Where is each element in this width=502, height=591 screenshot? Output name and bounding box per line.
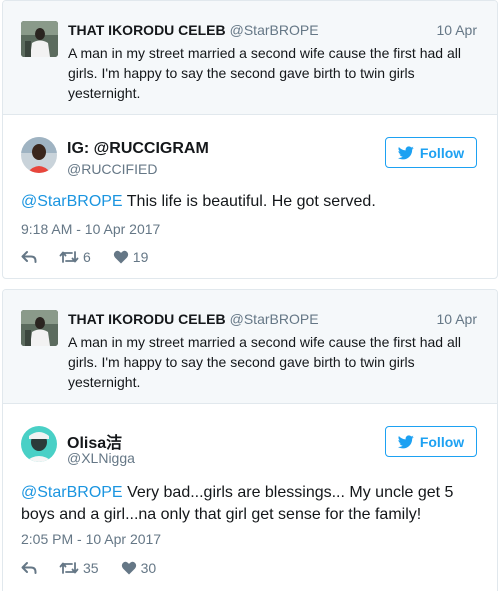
quoted-tweet[interactable]: THAT IKORODU CELEB @StarBROPE 10 Apr A ma… <box>3 1 497 115</box>
avatar[interactable] <box>21 137 57 173</box>
timestamp[interactable]: 9:18 AM - 10 Apr 2017 <box>21 221 160 237</box>
quoted-author-avatar[interactable] <box>21 310 58 346</box>
mention-link[interactable]: @StarBROPE <box>21 193 123 210</box>
tweet-actions: 35 30 <box>21 560 178 576</box>
mention-link[interactable]: @StarBROPE <box>21 484 123 501</box>
quoted-date[interactable]: 10 Apr <box>437 22 477 38</box>
retweet-button[interactable]: 6 <box>59 249 91 265</box>
retweet-button[interactable]: 35 <box>59 560 99 576</box>
quoted-author[interactable]: THAT IKORODU CELEB @StarBROPE <box>68 311 319 327</box>
timestamp[interactable]: 2:05 PM - 10 Apr 2017 <box>21 531 161 547</box>
author-name[interactable]: IG: @RUCCIGRAM <box>67 140 209 158</box>
retweet-icon <box>59 250 79 264</box>
heart-icon <box>121 561 137 575</box>
follow-button[interactable]: Follow <box>385 137 477 168</box>
heart-icon <box>113 250 129 264</box>
quoted-author-name[interactable]: THAT IKORODU CELEB <box>68 22 226 38</box>
quoted-author[interactable]: THAT IKORODU CELEB @StarBROPE <box>68 22 319 38</box>
like-count: 19 <box>132 249 149 265</box>
tweet-text: @StarBROPE This life is beautiful. He go… <box>21 191 481 213</box>
tweet-card: THAT IKORODU CELEB @StarBROPE 10 Apr A ma… <box>2 0 498 279</box>
twitter-bird-icon <box>397 434 414 449</box>
author-handle[interactable]: @RUCCIFIED <box>67 161 157 177</box>
tweet-body: This life is beautiful. He got served. <box>126 193 376 210</box>
tweet-actions: 6 19 <box>21 249 170 265</box>
tweet-text: @StarBROPE Very bad...girls are blessing… <box>21 482 481 526</box>
follow-label: Follow <box>419 433 465 450</box>
avatar[interactable] <box>21 426 57 462</box>
reply-button[interactable] <box>21 250 37 264</box>
quoted-tweet[interactable]: THAT IKORODU CELEB @StarBROPE 10 Apr A ma… <box>3 290 497 404</box>
twitter-bird-icon <box>397 145 414 160</box>
author-handle[interactable]: @XLNigga <box>67 450 135 466</box>
quoted-author-handle[interactable]: @StarBROPE <box>230 311 319 327</box>
quoted-author-name[interactable]: THAT IKORODU CELEB <box>68 311 226 327</box>
like-button[interactable]: 19 <box>113 249 149 265</box>
follow-label: Follow <box>419 144 465 161</box>
retweet-count: 6 <box>83 249 91 265</box>
retweet-icon <box>59 561 79 575</box>
quoted-text: A man in my street married a second wife… <box>68 334 461 390</box>
like-button[interactable]: 30 <box>121 560 157 576</box>
reply-button[interactable] <box>21 561 37 575</box>
quoted-author-avatar[interactable] <box>21 21 58 57</box>
reply-icon <box>21 250 37 264</box>
quoted-text: A man in my street married a second wife… <box>68 45 461 101</box>
retweet-count: 35 <box>83 560 99 576</box>
quoted-author-handle[interactable]: @StarBROPE <box>230 22 319 38</box>
reply-icon <box>21 561 37 575</box>
tweet-card: THAT IKORODU CELEB @StarBROPE 10 Apr A ma… <box>2 289 498 591</box>
quoted-date[interactable]: 10 Apr <box>437 311 477 327</box>
follow-button[interactable]: Follow <box>385 426 477 457</box>
like-count: 30 <box>140 560 157 576</box>
